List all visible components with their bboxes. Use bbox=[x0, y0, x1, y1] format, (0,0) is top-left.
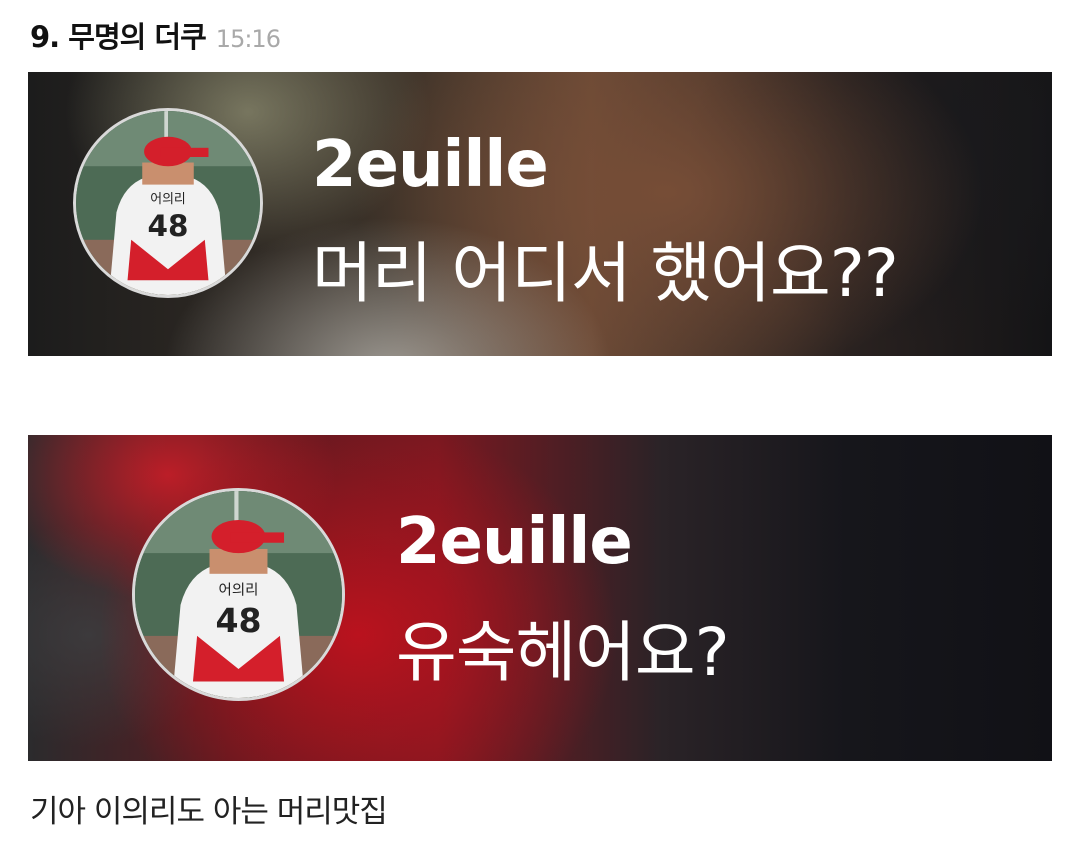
jersey-number: 48 bbox=[215, 601, 261, 640]
post-timestamp: 15:16 bbox=[215, 25, 281, 53]
comment-screenshot-2: 어의리 48 2euille 유숙헤어요? bbox=[28, 435, 1052, 761]
post-header: 9. 무명의 더쿠 15:16 bbox=[30, 14, 281, 54]
jersey-name: 어의리 bbox=[219, 582, 259, 599]
post-title: 9. 무명의 더쿠 bbox=[30, 20, 207, 54]
baseball-player-avatar-image: 어의리 48 bbox=[76, 111, 260, 295]
avatar: 어의리 48 bbox=[132, 488, 345, 701]
post-caption: 기아 이의리도 아는 머리맛집 bbox=[30, 794, 388, 830]
comment-username: 2euille bbox=[312, 128, 549, 202]
jersey-number: 48 bbox=[148, 209, 189, 243]
baseball-player-avatar-image: 어의리 48 bbox=[135, 491, 342, 698]
avatar: 어의리 48 bbox=[73, 108, 263, 298]
jersey-name: 어의리 bbox=[150, 192, 186, 207]
comment-message: 유숙헤어요? bbox=[396, 614, 730, 691]
comment-message: 머리 어디서 했어요?? bbox=[312, 235, 899, 312]
comment-screenshot-1: 어의리 48 2euille 머리 어디서 했어요?? bbox=[28, 72, 1052, 356]
comment-username: 2euille bbox=[396, 505, 633, 579]
